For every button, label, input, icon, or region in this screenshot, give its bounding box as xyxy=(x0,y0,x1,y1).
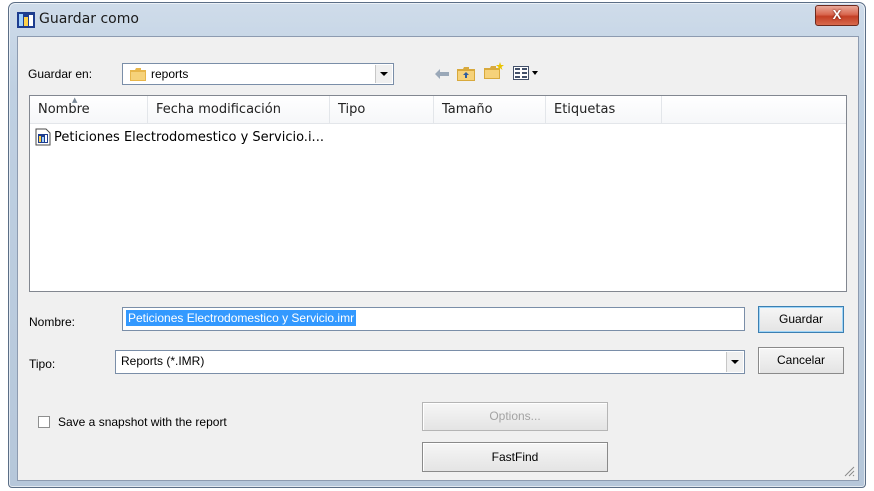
report-file-icon xyxy=(35,128,51,146)
cancel-button[interactable]: Cancelar xyxy=(758,347,844,374)
column-header-tipo[interactable]: Tipo xyxy=(330,96,434,123)
location-dropdown-arrow[interactable] xyxy=(375,65,392,83)
dialog-body: Guardar en: reports ▲ Nombre Fecha modif… xyxy=(17,36,859,481)
filetype-value: Reports (*.IMR) xyxy=(121,354,205,368)
list-item[interactable]: Peticiones Electrodomestico y Servicio.i… xyxy=(34,127,324,147)
chevron-down-icon xyxy=(380,72,388,76)
snapshot-label: Save a snapshot with the report xyxy=(58,415,227,429)
filetype-select[interactable]: Reports (*.IMR) xyxy=(115,350,745,374)
save-button[interactable]: Guardar xyxy=(758,306,844,333)
filename-field[interactable]: Peticiones Electrodomestico y Servicio.i… xyxy=(122,307,745,331)
column-header-fecha[interactable]: Fecha modificación xyxy=(148,96,330,123)
location-label: Guardar en: xyxy=(28,67,93,81)
view-menu-icon[interactable] xyxy=(512,64,540,82)
snapshot-checkbox[interactable] xyxy=(38,416,50,428)
dialog-title: Guardar como xyxy=(39,11,139,27)
filename-value: Peticiones Electrodomestico y Servicio.i… xyxy=(126,310,357,326)
title-bar[interactable]: Guardar como X xyxy=(9,3,865,37)
column-label: Tipo xyxy=(338,102,366,117)
filetype-dropdown-arrow[interactable] xyxy=(726,352,743,372)
file-name: Peticiones Electrodomestico y Servicio.i… xyxy=(54,129,324,145)
column-header-etiquetas[interactable]: Etiquetas xyxy=(546,96,662,123)
up-folder-icon[interactable] xyxy=(456,64,476,82)
column-label: Etiquetas xyxy=(554,102,616,117)
file-list-header: ▲ Nombre Fecha modificación Tipo Tamaño … xyxy=(30,96,846,124)
sort-up-icon: ▲ xyxy=(72,96,78,104)
column-label: Fecha modificación xyxy=(156,102,281,117)
chevron-down-icon xyxy=(731,360,739,364)
close-button[interactable]: X xyxy=(815,5,859,26)
location-value: reports xyxy=(151,67,189,81)
app-icon xyxy=(17,12,35,28)
options-button[interactable]: Options... xyxy=(422,402,608,431)
column-header-tamano[interactable]: Tamaño xyxy=(434,96,546,123)
save-as-dialog: Guardar como X Guardar en: reports ▲ Nom… xyxy=(8,2,866,488)
back-arrow-icon[interactable] xyxy=(434,65,450,83)
column-header-nombre[interactable]: ▲ Nombre xyxy=(30,96,148,123)
fastfind-button[interactable]: FastFind xyxy=(422,442,608,472)
column-label: Tamaño xyxy=(442,102,493,117)
folder-icon xyxy=(130,68,146,81)
filetype-label: Tipo: xyxy=(29,357,56,371)
location-select[interactable]: reports xyxy=(122,63,394,85)
file-list[interactable]: ▲ Nombre Fecha modificación Tipo Tamaño … xyxy=(29,95,847,292)
column-label: Nombre xyxy=(38,102,90,117)
resize-grip-icon[interactable] xyxy=(844,466,855,477)
new-folder-icon[interactable] xyxy=(483,62,505,80)
filename-label: Nombre: xyxy=(29,315,76,329)
